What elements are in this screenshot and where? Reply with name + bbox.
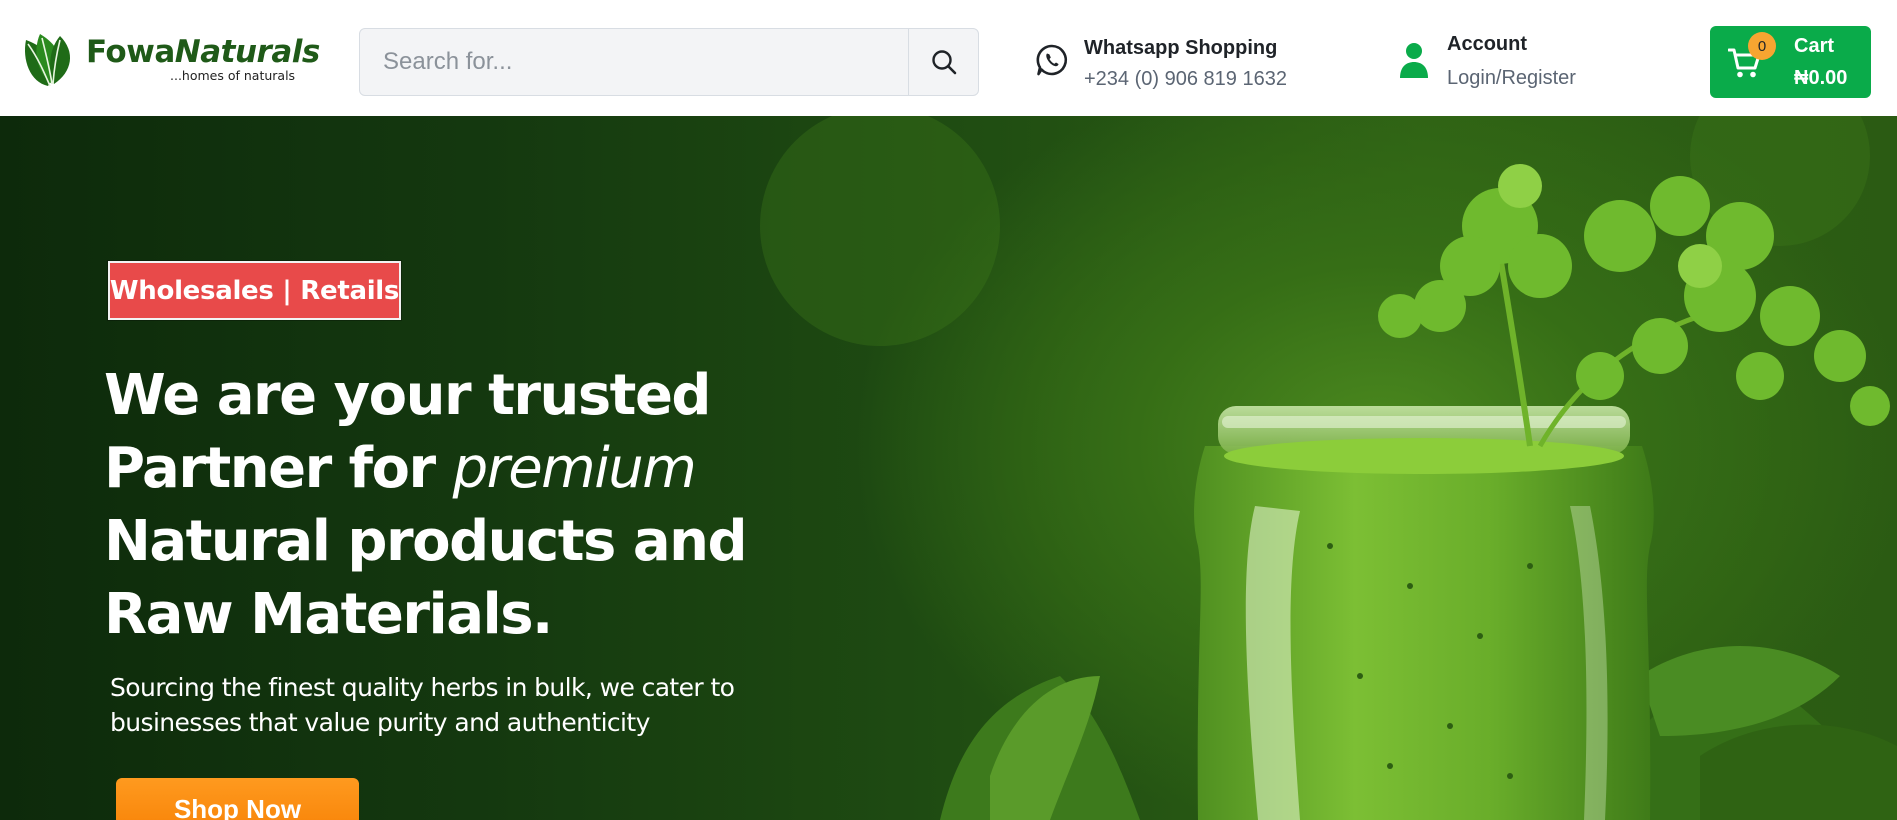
whatsapp-shopping[interactable]: Whatsapp Shopping +234 (0) 906 819 1632 [1035, 34, 1295, 94]
search-bar [359, 28, 979, 96]
brand-name-part1: Fowa [86, 34, 175, 70]
account-title: Account [1447, 33, 1527, 55]
account-menu[interactable]: Account Login/Register [1397, 30, 1627, 96]
whatsapp-title: Whatsapp Shopping [1084, 37, 1278, 59]
hero-banner: Wholesales | Retails We are your trusted… [0, 116, 1897, 820]
shop-now-button[interactable]: Shop Now [116, 778, 359, 820]
hero-headline: We are your trusted Partner for premium … [104, 359, 804, 651]
whatsapp-phone[interactable]: +234 (0) 906 819 1632 [1084, 68, 1287, 91]
search-button[interactable] [908, 29, 978, 95]
headline-line-4: Raw Materials. [104, 582, 553, 647]
hero-subcopy: Sourcing the finest quality herbs in bul… [110, 673, 735, 737]
headline-line-2-prefix: Partner for [104, 436, 453, 501]
cart-total: ₦0.00 [1794, 67, 1848, 89]
headline-line-2: Partner for premium [104, 432, 804, 505]
headline-emphasis: premium [452, 436, 697, 501]
brand-name-part2: Naturals [174, 34, 321, 70]
headline-line-3: Natural products and [104, 509, 748, 574]
leaf-logo-icon [24, 34, 71, 87]
site-header: FowaNaturals ...homes of naturals Whatsa… [0, 0, 1897, 116]
search-icon [931, 50, 956, 75]
login-register-link[interactable]: Login/Register [1447, 67, 1576, 90]
search-input[interactable] [361, 30, 909, 94]
wholesale-retail-badge: Wholesales | Retails [108, 261, 401, 320]
juice-jar [1194, 406, 1654, 820]
cart-button[interactable]: 0 Cart ₦0.00 [1710, 26, 1871, 98]
brand-logo[interactable]: FowaNaturals ...homes of naturals [20, 28, 320, 88]
user-icon [1400, 43, 1428, 78]
whatsapp-icon [1036, 44, 1068, 76]
cart-count-badge: 0 [1748, 32, 1776, 60]
brand-name: FowaNaturals [86, 34, 320, 70]
headline-line-1: We are your trusted [104, 363, 712, 428]
brand-tagline: ...homes of naturals [170, 68, 296, 83]
cart-label: Cart [1794, 35, 1835, 57]
